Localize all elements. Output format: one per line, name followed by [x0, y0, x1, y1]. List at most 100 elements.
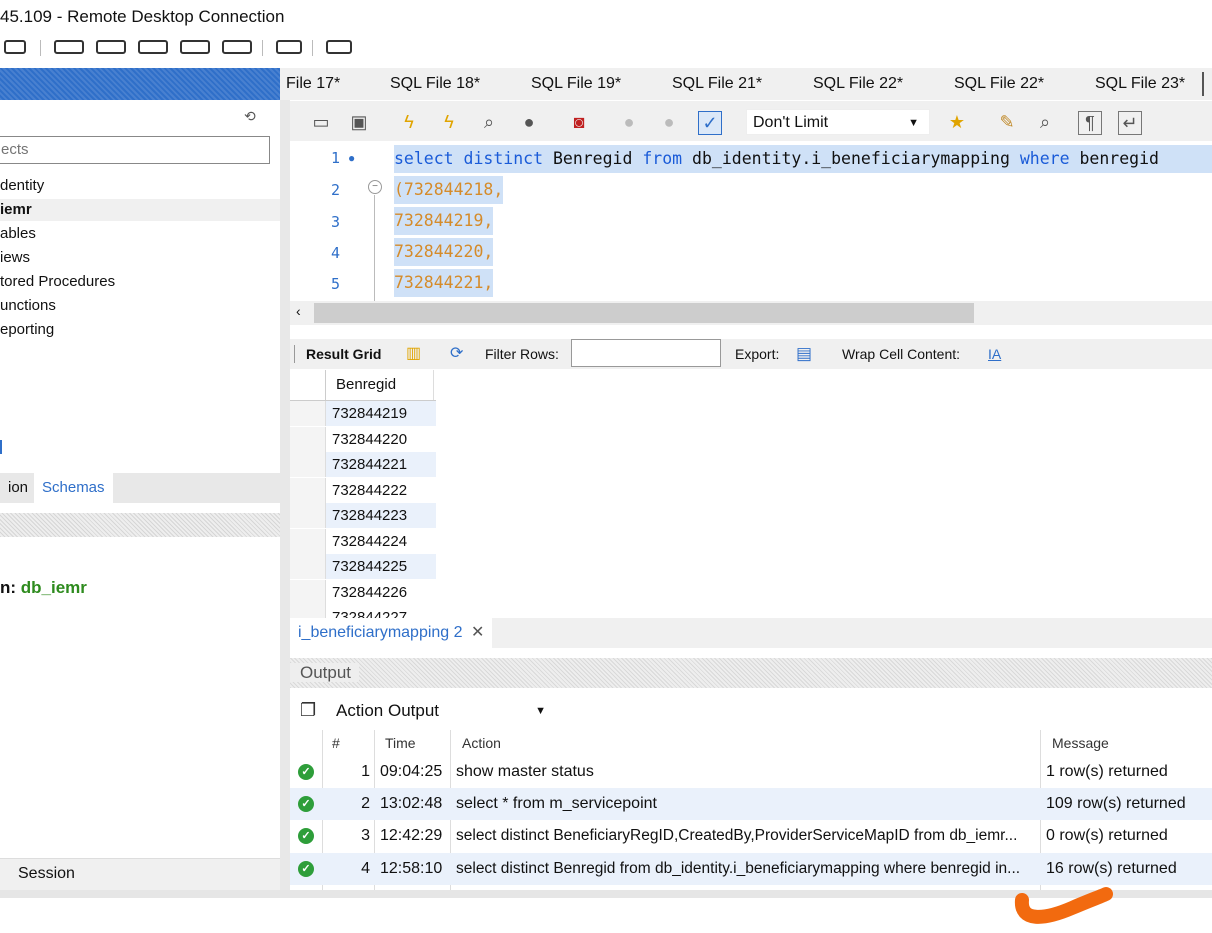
execute-current-icon[interactable]: ϟ — [438, 111, 460, 133]
table-row[interactable]: ✓ 1 09:04:25 show master status 1 row(s)… — [290, 756, 1212, 788]
open-sql-icon[interactable] — [54, 40, 84, 54]
tab-administration[interactable]: ion — [0, 473, 36, 503]
column-header-number[interactable]: # — [332, 730, 340, 756]
limit-rows-value: Don't Limit — [753, 114, 829, 131]
table-row[interactable]: 732844224 — [326, 529, 436, 554]
new-view-icon[interactable] — [180, 40, 210, 54]
fold-icon[interactable]: − — [368, 180, 382, 194]
invisible-chars-icon[interactable]: ¶ — [1078, 111, 1102, 135]
limit-rows-select[interactable]: Don't Limit ▼ — [746, 109, 930, 135]
refresh-results-icon[interactable]: ⟳ — [450, 339, 463, 369]
column-header-time[interactable]: Time — [385, 730, 416, 756]
tree-item[interactable]: unctions — [0, 297, 56, 314]
new-procedure-icon[interactable] — [222, 40, 252, 54]
sql-toolbar: ▭ ▣ ϟ ϟ ⌕ ● ◙ ● ● ✓ Don't Limit ▼ ★ ✎ ⌕ … — [290, 101, 1212, 141]
bookmark-icon[interactable]: ★ — [946, 111, 968, 133]
table-row[interactable]: ✓ 2 13:02:48 select * from m_servicepoin… — [290, 788, 1212, 820]
editor-horizontal-scrollbar[interactable]: ‹ — [290, 301, 1212, 325]
code-line-1: select distinct Benregid from db_identit… — [394, 145, 1212, 173]
tab-sql-file-21[interactable]: SQL File 21* — [672, 68, 762, 100]
splitter[interactable] — [280, 68, 290, 890]
table-row[interactable]: 732844220 — [326, 427, 436, 452]
schema-search-field[interactable] — [0, 136, 270, 164]
wrap-cell-label: Wrap Cell Content: — [842, 346, 961, 362]
main-toolbar — [0, 34, 1212, 64]
tab-sql-file-22[interactable]: SQL File 22* — [813, 68, 903, 100]
beautify-icon[interactable]: ✎ — [996, 111, 1018, 133]
row-selector[interactable] — [290, 605, 326, 618]
column-header-message[interactable]: Message — [1052, 730, 1109, 756]
grid-layout-icon[interactable]: ▥ — [406, 339, 421, 369]
tree-item[interactable]: iews — [0, 249, 30, 266]
navigator-panel: ⟲ dentity iemr ables iews tored Procedur… — [0, 68, 280, 891]
column-header-benregid[interactable]: Benregid — [326, 370, 434, 400]
output-title: Output — [290, 663, 360, 682]
save-icon[interactable]: ▣ — [348, 111, 370, 133]
tree-item[interactable]: tored Procedures — [0, 273, 115, 290]
new-connection-icon[interactable] — [4, 40, 26, 54]
tab-sql-file-19[interactable]: SQL File 19* — [531, 68, 621, 100]
close-icon[interactable]: ✕ — [471, 624, 484, 641]
table-row[interactable]: 732844227 — [326, 605, 436, 618]
row-selector[interactable] — [290, 554, 326, 579]
schema-search-input[interactable] — [0, 137, 241, 161]
scroll-left-icon[interactable]: ‹ — [296, 303, 301, 319]
row-selector[interactable] — [290, 401, 326, 426]
autocommit-icon[interactable]: ✓ — [698, 111, 722, 135]
output-action: select * from m_servicepoint — [456, 795, 657, 812]
line-number: 2 — [330, 181, 340, 199]
export-icon[interactable]: ▤ — [796, 339, 812, 369]
tab-sql-file-17[interactable]: File 17* — [286, 68, 340, 100]
table-row[interactable]: 732844219 — [326, 401, 436, 426]
tree-item[interactable]: eporting — [0, 321, 54, 338]
row-selector[interactable] — [290, 580, 326, 605]
row-selector[interactable] — [290, 452, 326, 477]
wrap-lines-icon[interactable]: ↵ — [1118, 111, 1142, 135]
tab-sql-file-18[interactable]: SQL File 18* — [390, 68, 480, 100]
new-schema-icon[interactable] — [96, 40, 126, 54]
search-table-icon[interactable] — [276, 40, 302, 54]
table-row[interactable]: ✓ 3 12:42:29 select distinct Beneficiary… — [290, 820, 1212, 852]
tree-item[interactable]: ables — [0, 225, 36, 242]
sql-editor[interactable]: 1 ● 2 − 3 4 5 select distinct Benregid f… — [290, 141, 1212, 301]
reconnect-icon[interactable] — [326, 40, 352, 54]
tab-sql-file-22b[interactable]: SQL File 22* — [954, 68, 1044, 100]
row-selector[interactable] — [290, 478, 326, 503]
output-selector-bar: ❐ Action Output ▼ — [290, 692, 1212, 730]
tree-item[interactable]: dentity — [0, 177, 44, 194]
scrollbar-thumb[interactable] — [314, 303, 974, 323]
explain-icon[interactable]: ⌕ — [478, 111, 500, 133]
navigator-tabs: ion Schemas — [0, 473, 280, 503]
find-icon[interactable]: ⌕ — [1034, 111, 1056, 133]
refresh-icon[interactable]: ⟲ — [244, 108, 256, 125]
copy-icon[interactable]: ❐ — [300, 700, 316, 721]
table-row[interactable]: 732844223 — [326, 503, 436, 528]
tree-item-selected[interactable]: iemr — [0, 201, 32, 218]
tab-schemas[interactable]: Schemas — [34, 473, 113, 503]
execute-icon[interactable]: ϟ — [398, 111, 420, 133]
row-selector[interactable] — [290, 529, 326, 554]
tab-sql-file-23[interactable]: SQL File 23* — [1095, 68, 1185, 100]
filter-rows-input[interactable] — [571, 339, 721, 367]
result-tab[interactable]: i_beneficiarymapping 2 ✕ — [290, 618, 493, 648]
toggle-error-icon[interactable]: ◙ — [568, 111, 590, 133]
row-selector[interactable] — [290, 427, 326, 452]
wrap-cell-icon[interactable]: IA — [988, 339, 1001, 369]
tab-session[interactable]: Session — [18, 865, 75, 883]
keyword: from — [642, 149, 683, 168]
result-grid-button[interactable]: Result Grid — [306, 339, 381, 369]
table-row[interactable]: 732844221 — [326, 452, 436, 477]
table-row[interactable]: 732844225 — [326, 554, 436, 579]
table-row[interactable]: 732844226 — [326, 580, 436, 605]
success-icon: ✓ — [298, 828, 314, 844]
commit-icon[interactable]: ● — [618, 111, 640, 133]
output-time: 09:04:25 — [380, 763, 443, 780]
table-row[interactable]: 732844222 — [326, 478, 436, 503]
stop-icon[interactable]: ● — [518, 111, 540, 133]
column-header-action[interactable]: Action — [462, 730, 501, 756]
row-selector[interactable] — [290, 503, 326, 528]
rollback-icon[interactable]: ● — [658, 111, 680, 133]
output-type-select[interactable]: Action Output ▼ — [328, 696, 554, 726]
open-file-icon[interactable]: ▭ — [310, 111, 332, 133]
new-table-icon[interactable] — [138, 40, 168, 54]
